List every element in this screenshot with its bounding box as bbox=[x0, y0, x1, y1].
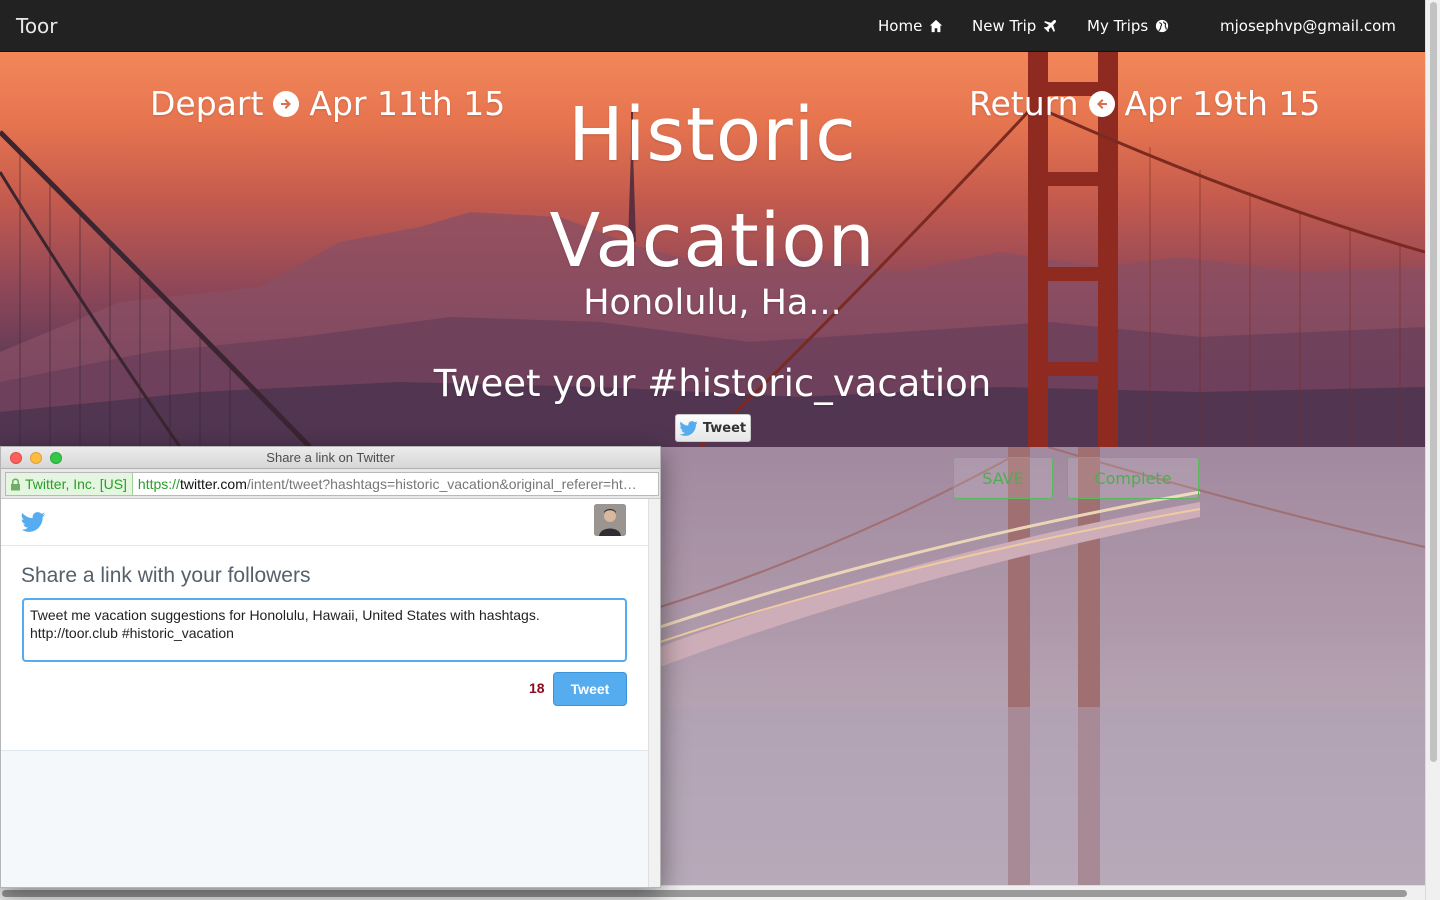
nav-new-trip-label: New Trip bbox=[972, 17, 1037, 35]
nav-my-trips-label: My Trips bbox=[1087, 17, 1149, 35]
twitter-header bbox=[1, 499, 648, 546]
vertical-scrollbar[interactable] bbox=[1425, 0, 1440, 900]
brand-logo[interactable]: Toor bbox=[16, 14, 58, 38]
save-button[interactable]: SAVE bbox=[953, 457, 1053, 499]
plane-icon bbox=[1044, 19, 1057, 33]
navbar: Toor Home New Trip My Trips mjosephvp@gm… bbox=[0, 0, 1425, 52]
character-counter: 18 bbox=[529, 680, 545, 696]
url-path: /intent/tweet?hashtags=historic_vacation… bbox=[246, 476, 637, 492]
vertical-scroll-thumb[interactable] bbox=[1430, 2, 1437, 762]
popup-address-bar: Twitter, Inc. [US] https://twitter.com/i… bbox=[1, 469, 660, 499]
nav-my-trips-link[interactable]: My Trips bbox=[1087, 17, 1169, 35]
tweet-submit-button[interactable]: Tweet bbox=[553, 672, 627, 706]
horizontal-scroll-thumb[interactable] bbox=[2, 890, 1407, 897]
tweet-textarea[interactable]: Tweet me vacation suggestions for Honolu… bbox=[22, 598, 627, 662]
url-text: https://twitter.com/intent/tweet?hashtag… bbox=[133, 476, 637, 492]
home-icon bbox=[930, 19, 943, 33]
popup-vertical-scrollbar[interactable] bbox=[648, 499, 660, 887]
globe-icon bbox=[1156, 19, 1169, 33]
url-host: twitter.com bbox=[179, 476, 247, 492]
url-scheme: https:// bbox=[137, 476, 180, 492]
complete-button[interactable]: Complete bbox=[1067, 457, 1199, 499]
depart-label: Depart bbox=[150, 84, 264, 123]
arrow-circle-left-icon bbox=[1088, 90, 1115, 117]
tweet-prompt: Tweet your #historic_vacation bbox=[433, 362, 992, 405]
tweet-compose-panel: Share a link with your followers Tweet m… bbox=[1, 546, 648, 751]
twitter-bird-icon bbox=[679, 420, 698, 436]
user-avatar[interactable] bbox=[594, 504, 626, 536]
nav-home-label: Home bbox=[878, 17, 923, 35]
url-field[interactable]: Twitter, Inc. [US] https://twitter.com/i… bbox=[5, 472, 659, 496]
trip-location: Honolulu, Ha... bbox=[583, 283, 842, 323]
arrow-circle-right-icon bbox=[273, 90, 300, 117]
popup-titlebar[interactable]: Share a link on Twitter bbox=[1, 447, 660, 469]
return-label: Return bbox=[969, 84, 1079, 123]
nav-new-trip-link[interactable]: New Trip bbox=[972, 17, 1057, 35]
tweet-share-label: Tweet bbox=[702, 420, 747, 436]
twitter-logo-icon[interactable] bbox=[21, 512, 46, 532]
tweet-share-button[interactable]: Tweet bbox=[675, 414, 751, 442]
return-date: Return Apr 19th 15 bbox=[969, 84, 1320, 123]
twitter-share-popup-window: Share a link on Twitter Twitter, Inc. [U… bbox=[0, 446, 661, 888]
nav-home-link[interactable]: Home bbox=[878, 17, 943, 35]
ev-certificate-badge[interactable]: Twitter, Inc. [US] bbox=[6, 473, 133, 495]
return-date-value[interactable]: Apr 19th 15 bbox=[1125, 84, 1321, 123]
avatar-portrait-image bbox=[594, 504, 626, 536]
popup-window-title: Share a link on Twitter bbox=[266, 450, 395, 465]
ev-certificate-label: Twitter, Inc. [US] bbox=[25, 476, 127, 492]
user-email-link[interactable]: mjosephvp@gmail.com bbox=[1220, 17, 1396, 35]
share-heading: Share a link with your followers bbox=[21, 564, 311, 587]
lock-icon bbox=[11, 478, 20, 490]
trip-title: Historic Vacation bbox=[549, 92, 876, 284]
